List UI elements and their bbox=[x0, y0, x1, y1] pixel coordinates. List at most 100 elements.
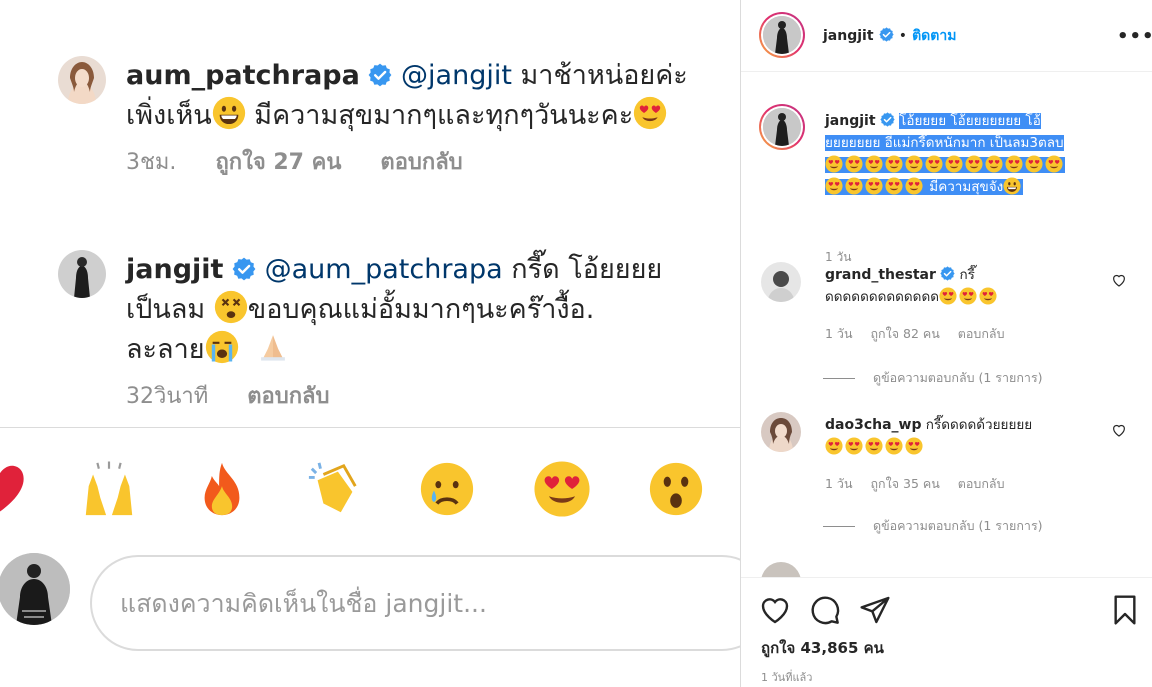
view-replies-button[interactable]: ดูข้อความตอบกลับ (1 รายการ) bbox=[823, 516, 1043, 536]
comment-text: กรี๊ bbox=[955, 267, 975, 283]
heart-eyes-emoji-icon bbox=[825, 177, 843, 195]
reply-button[interactable]: ตอบกลับ bbox=[958, 326, 1005, 341]
comment-time[interactable]: 32วินาที bbox=[126, 384, 208, 409]
commenter-avatar[interactable] bbox=[761, 562, 801, 577]
separator-dot: • bbox=[898, 28, 907, 44]
heart-eyes-emoji-icon bbox=[845, 155, 863, 173]
heart-eyes-emoji-icon bbox=[885, 177, 903, 195]
comment-time[interactable]: 1 วัน bbox=[825, 326, 853, 341]
comments-scroll-area[interactable]: jangjit โอ้ยยยย โอ้ยยยยยยย โอ้ ยยยยยยย อ… bbox=[741, 72, 1152, 577]
comment-text: มีความสุขมากๆและทุกๆวันนะคะ bbox=[245, 100, 634, 131]
commenter-avatar[interactable] bbox=[761, 412, 801, 452]
heart-eyes-emoji-icon bbox=[865, 437, 883, 455]
quick-reaction-bar bbox=[0, 427, 740, 545]
comment-text: ดดดดดดดดดดดดด bbox=[825, 289, 939, 305]
comment-input[interactable] bbox=[90, 555, 740, 651]
comment-likes[interactable]: ถูกใจ 27 คน bbox=[215, 150, 341, 175]
author-username[interactable]: jangjit bbox=[823, 28, 874, 44]
heart-eyes-emoji-icon bbox=[985, 155, 1003, 173]
caption-emoji-row bbox=[825, 157, 1065, 173]
caption-username[interactable]: jangjit bbox=[825, 113, 876, 129]
share-paper-plane-icon[interactable] bbox=[859, 594, 891, 626]
caption-text: โอ้ยยยย โอ้ยยยยยยย โอ้ bbox=[899, 113, 1041, 129]
mention-link[interactable]: @aum_patchrapa bbox=[265, 254, 503, 285]
heart-eyes-emoji-icon bbox=[945, 155, 963, 173]
surprised-face-icon[interactable] bbox=[647, 460, 705, 518]
heart-eyes-emoji-icon bbox=[905, 155, 923, 173]
comment-likes[interactable]: ถูกใจ 35 คน bbox=[870, 476, 939, 491]
grinning-face-emoji-icon bbox=[1003, 177, 1021, 195]
view-replies-button[interactable]: ดูข้อความตอบกลับ (1 รายการ) bbox=[823, 368, 1043, 388]
post-time[interactable]: 1 วันที่แล้ว bbox=[761, 668, 812, 686]
heart-eyes-emoji-icon bbox=[845, 437, 863, 455]
comment-username[interactable]: aum_patchrapa bbox=[126, 60, 360, 91]
save-bookmark-icon[interactable] bbox=[1109, 594, 1141, 626]
caption-text: ยยยยยยย อีแม่กรี๊ดหนักมาก เป็นลม3ตลบ bbox=[825, 135, 1064, 151]
comment-time[interactable]: 1 วัน bbox=[825, 476, 853, 491]
dizzy-face-emoji-icon bbox=[214, 290, 247, 324]
comment-time[interactable]: 3ชม. bbox=[126, 150, 176, 175]
grinning-face-emoji-icon bbox=[212, 96, 246, 130]
loudly-crying-face-emoji-icon bbox=[205, 330, 238, 364]
heart-eyes-emoji-icon bbox=[905, 177, 923, 195]
comment-text: เพิ่งเห็น bbox=[126, 100, 212, 131]
like-comment-heart-icon[interactable] bbox=[1111, 272, 1127, 288]
folded-hands-emoji-icon bbox=[261, 335, 286, 361]
commenter-username[interactable]: grand_thestar bbox=[825, 267, 936, 283]
caption-emoji-row: มีความสุขจัง bbox=[825, 177, 1024, 195]
verified-badge-icon bbox=[368, 63, 392, 87]
commenter-avatar[interactable] bbox=[761, 262, 801, 302]
caption-avatar[interactable] bbox=[759, 104, 805, 150]
heart-eyes-emoji-icon bbox=[885, 155, 903, 173]
reply-button[interactable]: ตอบกลับ bbox=[380, 150, 462, 175]
comment-text: กรี๊ด โอ้ยยยย bbox=[502, 254, 663, 285]
heart-eyes-emoji-icon bbox=[1025, 155, 1043, 173]
author-avatar[interactable] bbox=[759, 12, 805, 58]
zoomed-comments-panel: aum_patchrapa @jangjit มาช้าหน่อยค่ะ เพิ… bbox=[0, 0, 740, 687]
heart-eyes-emoji-icon bbox=[959, 287, 977, 305]
verified-badge-icon bbox=[879, 27, 894, 42]
heart-eyes-emoji-icon bbox=[1045, 155, 1063, 173]
post-actions: ถูกใจ 43,865 คน 1 วันที่แล้ว bbox=[741, 577, 1152, 687]
comment-bubble-icon[interactable] bbox=[809, 594, 841, 626]
fire-icon[interactable] bbox=[193, 460, 251, 518]
heart-eyes-icon[interactable] bbox=[533, 460, 591, 518]
heart-eyes-emoji-icon bbox=[633, 96, 667, 130]
current-user-avatar bbox=[0, 553, 70, 625]
heart-eyes-emoji-icon bbox=[965, 155, 983, 173]
follow-button[interactable]: ติดตาม bbox=[912, 28, 956, 44]
mention-link[interactable]: @jangjit bbox=[401, 60, 512, 91]
heart-eyes-emoji-icon bbox=[825, 437, 843, 455]
post-header: jangjit • ติดตาม ••• bbox=[741, 0, 1152, 72]
avatar[interactable] bbox=[58, 56, 106, 104]
caption-text: มีความสุขจัง bbox=[929, 179, 1004, 195]
comment-username[interactable]: jangjit bbox=[126, 254, 223, 285]
comment-likes[interactable]: ถูกใจ 82 คน bbox=[870, 326, 939, 341]
heart-eyes-emoji-icon bbox=[939, 287, 957, 305]
verified-badge-icon bbox=[940, 266, 955, 281]
heart-eyes-emoji-icon bbox=[905, 437, 923, 455]
like-heart-icon[interactable] bbox=[759, 594, 791, 626]
comment-text: กรี๊ดดดดด้วยยยยย bbox=[921, 417, 1033, 433]
red-heart-icon[interactable] bbox=[0, 460, 28, 518]
comment-text: มาช้าหน่อยค่ะ bbox=[511, 60, 688, 91]
crying-face-icon[interactable] bbox=[418, 460, 476, 518]
verified-badge-icon bbox=[232, 257, 256, 281]
heart-eyes-emoji-icon bbox=[979, 287, 997, 305]
reply-button[interactable]: ตอบกลับ bbox=[247, 384, 329, 409]
heart-eyes-emoji-icon bbox=[885, 437, 903, 455]
avatar[interactable] bbox=[58, 250, 106, 298]
reply-button[interactable]: ตอบกลับ bbox=[958, 476, 1005, 491]
comment-jangjit: jangjit @aum_patchrapa กรี๊ด โอ้ยยยย เป็… bbox=[58, 250, 728, 413]
add-comment-row bbox=[0, 553, 740, 653]
comment-aum-patchrapa: aum_patchrapa @jangjit มาช้าหน่อยค่ะ เพิ… bbox=[58, 56, 728, 179]
verified-badge-icon bbox=[880, 112, 895, 127]
like-count[interactable]: ถูกใจ 43,865 คน bbox=[761, 636, 884, 660]
raising-hands-icon[interactable] bbox=[80, 460, 138, 518]
heart-eyes-emoji-icon bbox=[865, 155, 883, 173]
commenter-username[interactable]: dao3cha_wp bbox=[825, 417, 922, 433]
like-comment-heart-icon[interactable] bbox=[1111, 422, 1127, 438]
clapping-hands-icon[interactable] bbox=[306, 460, 364, 518]
more-options-icon[interactable]: ••• bbox=[1117, 26, 1152, 47]
comment-text: เป็นลม bbox=[126, 294, 214, 325]
